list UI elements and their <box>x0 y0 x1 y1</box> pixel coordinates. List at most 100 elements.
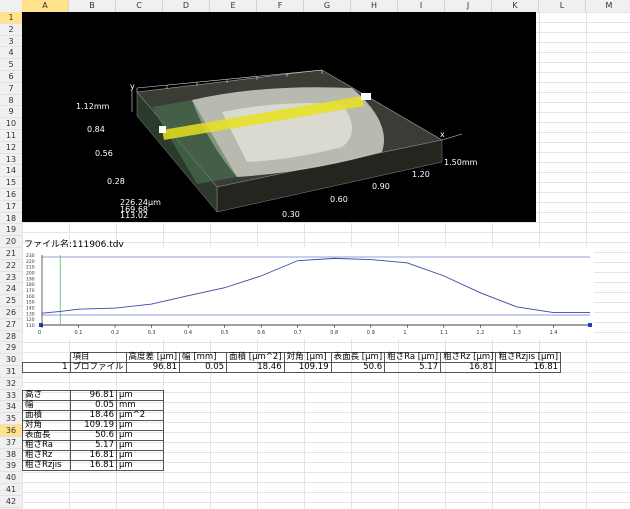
header-rzjis: 粗さRzjis [μm] <box>495 352 562 363</box>
profile-end-marker[interactable] <box>361 93 371 100</box>
row-header-4[interactable]: 4 <box>0 47 22 60</box>
x-axis-line <box>441 133 463 141</box>
row-header-32[interactable]: 32 <box>0 378 22 390</box>
cell-surface-length: 50.6 <box>330 362 386 373</box>
row-header-8[interactable]: 8 <box>0 95 22 107</box>
cell-rz: 16.81 <box>440 362 497 373</box>
start-handle <box>39 323 43 327</box>
row-header-26[interactable]: 26 <box>0 307 22 319</box>
column-header-a[interactable]: A <box>22 0 69 12</box>
x-tick-label: 1.3 <box>513 330 521 336</box>
y-tick-label: 150 <box>26 300 35 306</box>
row-header-34[interactable]: 34 <box>0 401 22 414</box>
row-header-10[interactable]: 10 <box>0 118 22 130</box>
z-label-4: 0.28 <box>107 177 125 186</box>
column-header-c[interactable]: C <box>116 0 163 12</box>
x-label-5: 0.30 <box>282 210 300 219</box>
cell-height: 96.81 <box>125 362 181 373</box>
summary-value: 5.17 <box>70 440 117 451</box>
column-header-d[interactable]: D <box>163 0 210 12</box>
row-header-6[interactable]: 6 <box>0 71 22 83</box>
row-header-41[interactable]: 41 <box>0 484 22 496</box>
summary-name: 高さ <box>22 390 71 401</box>
row-header-28[interactable]: 28 <box>0 331 22 343</box>
column-header-j[interactable]: J <box>445 0 492 12</box>
column-header-e[interactable]: E <box>210 0 257 12</box>
row-header-12[interactable]: 12 <box>0 142 22 154</box>
row-header-1[interactable]: 1 <box>0 12 22 24</box>
x-tick-label: 0.8 <box>330 330 338 336</box>
header-ra: 粗さRa [μm] <box>384 352 442 363</box>
x-tick-label: 0.1 <box>75 330 83 336</box>
summary-row: 高さ 96.81 μm <box>22 390 164 401</box>
y-tick-label: 170 <box>26 288 35 294</box>
row-header-18[interactable]: 18 <box>0 213 22 225</box>
row-header-20[interactable]: 20 <box>0 236 22 248</box>
y-tick-label: 210 <box>26 265 35 271</box>
summary-name: 粗さRzjis <box>22 460 71 471</box>
row-header-23[interactable]: 23 <box>0 272 22 284</box>
summary-value: 0.05 <box>70 400 117 411</box>
row-header-7[interactable]: 7 <box>0 83 22 95</box>
row-header-14[interactable]: 14 <box>0 165 22 178</box>
profile-chart-svg: 2302202102001901801701601501401301201100… <box>26 253 592 336</box>
row-header-21[interactable]: 21 <box>0 248 22 260</box>
x-axis-label: x <box>440 130 445 139</box>
y-tick-label: 140 <box>26 306 35 312</box>
height-readout-3: 113.02 <box>120 211 148 220</box>
header-item: 項目 <box>69 352 127 363</box>
row-header-19[interactable]: 19 <box>0 224 22 237</box>
row-header-33[interactable]: 33 <box>0 390 22 402</box>
row-header-17[interactable]: 17 <box>0 201 22 213</box>
summary-unit: μm <box>116 440 164 451</box>
row-header-27[interactable]: 27 <box>0 319 22 331</box>
column-header-g[interactable]: G <box>304 0 351 12</box>
row-header-35[interactable]: 35 <box>0 413 22 425</box>
row-header-3[interactable]: 3 <box>0 36 22 48</box>
cell-area: 18.46 <box>226 362 285 373</box>
column-header-m[interactable]: M <box>586 0 630 12</box>
row-header-42[interactable]: 42 <box>0 496 22 508</box>
results-header-row: 項目 高度差 [μm] 幅 [mm] 面積 [μm^2] 対角 [μm] 表面長… <box>22 352 562 363</box>
row-header-22[interactable]: 22 <box>0 260 22 272</box>
profile-chart[interactable]: 230 220 210 200 190 180 170 160 150 140 130 120 110 0… <box>24 247 594 339</box>
row-header-39[interactable]: 39 <box>0 460 22 473</box>
row-header-24[interactable]: 24 <box>0 283 22 296</box>
z-label-2: 0.84 <box>87 125 105 134</box>
summary-row: 面積 18.46 μm^2 <box>22 410 164 421</box>
column-header-i[interactable]: I <box>398 0 445 12</box>
row-header-9[interactable]: 9 <box>0 106 22 119</box>
row-header-5[interactable]: 5 <box>0 59 22 71</box>
row-header-2[interactable]: 2 <box>0 24 22 36</box>
column-header-f[interactable]: F <box>257 0 304 12</box>
summary-name: 幅 <box>22 400 71 411</box>
z-label-3: 0.56 <box>95 149 113 158</box>
row-header-13[interactable]: 13 <box>0 154 22 166</box>
row-header-11[interactable]: 11 <box>0 130 22 142</box>
row-header-38[interactable]: 38 <box>0 449 22 461</box>
row-header-36[interactable]: 36 <box>0 425 22 437</box>
x-tick-label: 0.4 <box>184 330 192 336</box>
column-header-b[interactable]: B <box>69 0 116 12</box>
summary-unit: μm <box>116 450 164 461</box>
z-label-1: 1.12mm <box>76 102 110 111</box>
column-header-l[interactable]: L <box>539 0 586 12</box>
row-header-25[interactable]: 25 <box>0 295 22 307</box>
x-tick-label: 1.1 <box>440 330 448 336</box>
y-tick-label: 130 <box>26 311 35 317</box>
row-header-30[interactable]: 30 <box>0 354 22 366</box>
summary-row: 幅 0.05 mm <box>22 400 164 411</box>
summary-value: 109.19 <box>70 420 117 431</box>
summary-table: 高さ 96.81 μm 幅 0.05 mm 面積 18.46 μm^2 対角 109.19 μm 表面長… <box>22 390 164 471</box>
row-header-16[interactable]: 16 <box>0 189 22 201</box>
column-header-h[interactable]: H <box>351 0 398 12</box>
row-header-40[interactable]: 40 <box>0 472 22 484</box>
summary-row: 粗さRa 5.17 μm <box>22 440 164 451</box>
column-header-k[interactable]: K <box>492 0 539 12</box>
row-header-31[interactable]: 31 <box>0 366 22 378</box>
profile-start-marker[interactable] <box>159 126 166 133</box>
row-header-37[interactable]: 37 <box>0 437 22 449</box>
row-header-15[interactable]: 15 <box>0 177 22 189</box>
cell-diagonal: 109.19 <box>283 362 332 373</box>
row-header-29[interactable]: 29 <box>0 342 22 355</box>
